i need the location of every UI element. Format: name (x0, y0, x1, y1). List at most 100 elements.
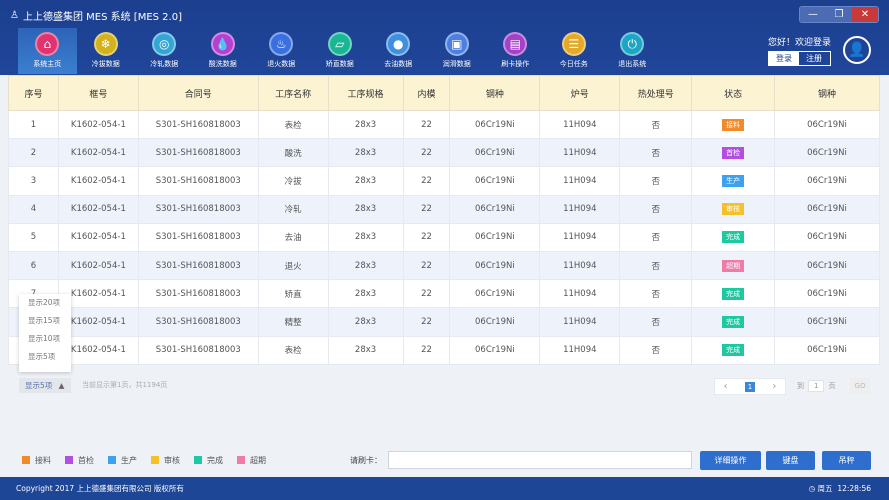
page-size-option[interactable]: 显示15项 (19, 312, 71, 330)
table-row[interactable]: 2K1602-054-1S301-SH160818003酸洗28x32206Cr… (9, 139, 880, 167)
table-row[interactable]: 9K1602-054-1S301-SH160818003表检28x32206Cr… (9, 336, 880, 364)
page-size-option[interactable]: 显示20项 (19, 294, 71, 312)
oil-drop-icon: ● (386, 32, 410, 56)
table-row[interactable]: 7K1602-054-1S301-SH160818003矫直28x32206Cr… (9, 280, 880, 308)
table-cell: S301-SH160818003 (138, 308, 258, 336)
legend-item: 接料 (22, 455, 51, 466)
page-info: 当前显示第1页，共1194页 (82, 380, 167, 390)
table-cell: 22 (403, 336, 450, 364)
table-cell: 接料 (692, 111, 775, 139)
table-cell: 否 (620, 251, 692, 279)
table-cell: 否 (620, 195, 692, 223)
clock-time: 12:28:56 (837, 484, 871, 493)
scale-button[interactable]: 吊秤 (822, 451, 871, 470)
legend-swatch (151, 456, 159, 464)
page-size-option[interactable]: 显示5项 (19, 348, 71, 366)
nav-item[interactable]: ▱矫直数据 (311, 28, 370, 74)
status-badge: 完成 (722, 231, 744, 243)
table-cell: S301-SH160818003 (138, 280, 258, 308)
table-cell: 4 (9, 195, 59, 223)
table-cell: 28x3 (328, 308, 403, 336)
table-cell: 06Cr19Ni (775, 167, 880, 195)
table-cell: S301-SH160818003 (138, 167, 258, 195)
minimize-button[interactable]: — (800, 7, 826, 22)
table-cell: 06Cr19Ni (450, 251, 540, 279)
table-cell: 退火 (258, 251, 328, 279)
table-cell: 否 (620, 167, 692, 195)
page-size-select[interactable]: 显示5项 ▲ (19, 378, 71, 393)
table-row[interactable]: 6K1602-054-1S301-SH160818003退火28x32206Cr… (9, 251, 880, 279)
table-cell: 22 (403, 251, 450, 279)
table-cell: K1602-054-1 (58, 251, 138, 279)
table-cell: 生产 (692, 167, 775, 195)
logo-icon: ♙ (10, 10, 19, 21)
login-button[interactable]: 登录 (769, 52, 799, 65)
nav-item[interactable]: ▤刷卡操作 (486, 28, 545, 74)
current-page[interactable]: 1 (745, 382, 755, 392)
nav-item[interactable]: ⌂系统主页 (18, 28, 77, 74)
power-icon: ⏻ (620, 32, 644, 56)
keyboard-button[interactable]: 键盘 (766, 451, 815, 470)
table-cell: 否 (620, 280, 692, 308)
table-cell: 06Cr19Ni (775, 139, 880, 167)
restore-button[interactable]: ❐ (826, 7, 852, 22)
table-row[interactable]: 3K1602-054-1S301-SH160818003冷拔28x32206Cr… (9, 167, 880, 195)
table-cell: 完成 (692, 223, 775, 251)
table-cell: 冷拔 (258, 167, 328, 195)
table-cell: 28x3 (328, 223, 403, 251)
task-icon: ☰ (562, 32, 586, 56)
card-icon: ▤ (503, 32, 527, 56)
go-button[interactable]: GO (850, 378, 870, 394)
table-cell: 表检 (258, 336, 328, 364)
weekday: 周五 (818, 484, 833, 493)
card-input[interactable] (388, 451, 692, 469)
nav-item[interactable]: ❄冷拔数据 (77, 28, 136, 74)
app-title: ♙上上德盛集团 MES 系统 [MES 2.0] (10, 8, 182, 23)
nav-item[interactable]: ♨退火数据 (252, 28, 311, 74)
table-cell: 3 (9, 167, 59, 195)
table-cell: 11H094 (540, 195, 620, 223)
column-header: 序号 (9, 76, 59, 111)
table-cell: 1 (9, 111, 59, 139)
nav-item[interactable]: 💧酸洗数据 (194, 28, 253, 74)
nav-item[interactable]: ▣润滑数据 (428, 28, 487, 74)
card-label: 请刷卡： (350, 455, 382, 466)
data-table: 序号框号合同号工序名称工序规格内模钢种炉号热处理号状态钢种 1K1602-054… (8, 75, 880, 365)
table-cell: 06Cr19Ni (775, 195, 880, 223)
table-row[interactable]: 5K1602-054-1S301-SH160818003去油28x32206Cr… (9, 223, 880, 251)
nav-label: 冷轧数据 (150, 59, 178, 69)
column-header: 状态 (692, 76, 775, 111)
table-cell: 11H094 (540, 280, 620, 308)
user-panel: 您好！欢迎登录 登录注册 (768, 35, 831, 66)
table-cell: 22 (403, 308, 450, 336)
page-size-option[interactable]: 显示10项 (19, 330, 71, 348)
table-cell: 22 (403, 167, 450, 195)
table-cell: 06Cr19Ni (450, 336, 540, 364)
table-row[interactable]: 1K1602-054-1S301-SH160818003表检28x32206Cr… (9, 111, 880, 139)
nav-item[interactable]: ● 去油数据 (369, 28, 428, 74)
goto-page-input[interactable]: 1 (808, 380, 824, 392)
table-cell: 去油 (258, 223, 328, 251)
table-row[interactable]: 4K1602-054-1S301-SH160818003冷轧28x32206Cr… (9, 195, 880, 223)
table-cell: 11H094 (540, 336, 620, 364)
fire-icon: ♨ (269, 32, 293, 56)
nav-label: 系统主页 (33, 59, 61, 69)
nav-item[interactable]: ☰今日任务 (545, 28, 604, 74)
nav-item[interactable]: ⏻退出系统 (603, 28, 662, 74)
legend-swatch (108, 456, 116, 464)
close-button[interactable]: ✕ (852, 7, 878, 22)
nav-label: 去油数据 (384, 59, 412, 69)
column-header: 框号 (58, 76, 138, 111)
nav-item[interactable]: ◎冷轧数据 (135, 28, 194, 74)
table-cell: 矫直 (258, 280, 328, 308)
register-button[interactable]: 注册 (799, 52, 829, 65)
table-cell: 酸洗 (258, 139, 328, 167)
table-row[interactable]: 8K1602-054-1S301-SH160818003精整28x32206Cr… (9, 308, 880, 336)
table-cell: 完成 (692, 336, 775, 364)
next-page-button[interactable]: › (772, 381, 776, 392)
user-avatar-icon[interactable]: 👤 (843, 36, 871, 64)
prev-page-button[interactable]: ‹ (724, 381, 728, 392)
detail-button[interactable]: 详细操作 (700, 451, 761, 470)
status-badge: 超期 (722, 260, 744, 272)
column-header: 钢种 (450, 76, 540, 111)
